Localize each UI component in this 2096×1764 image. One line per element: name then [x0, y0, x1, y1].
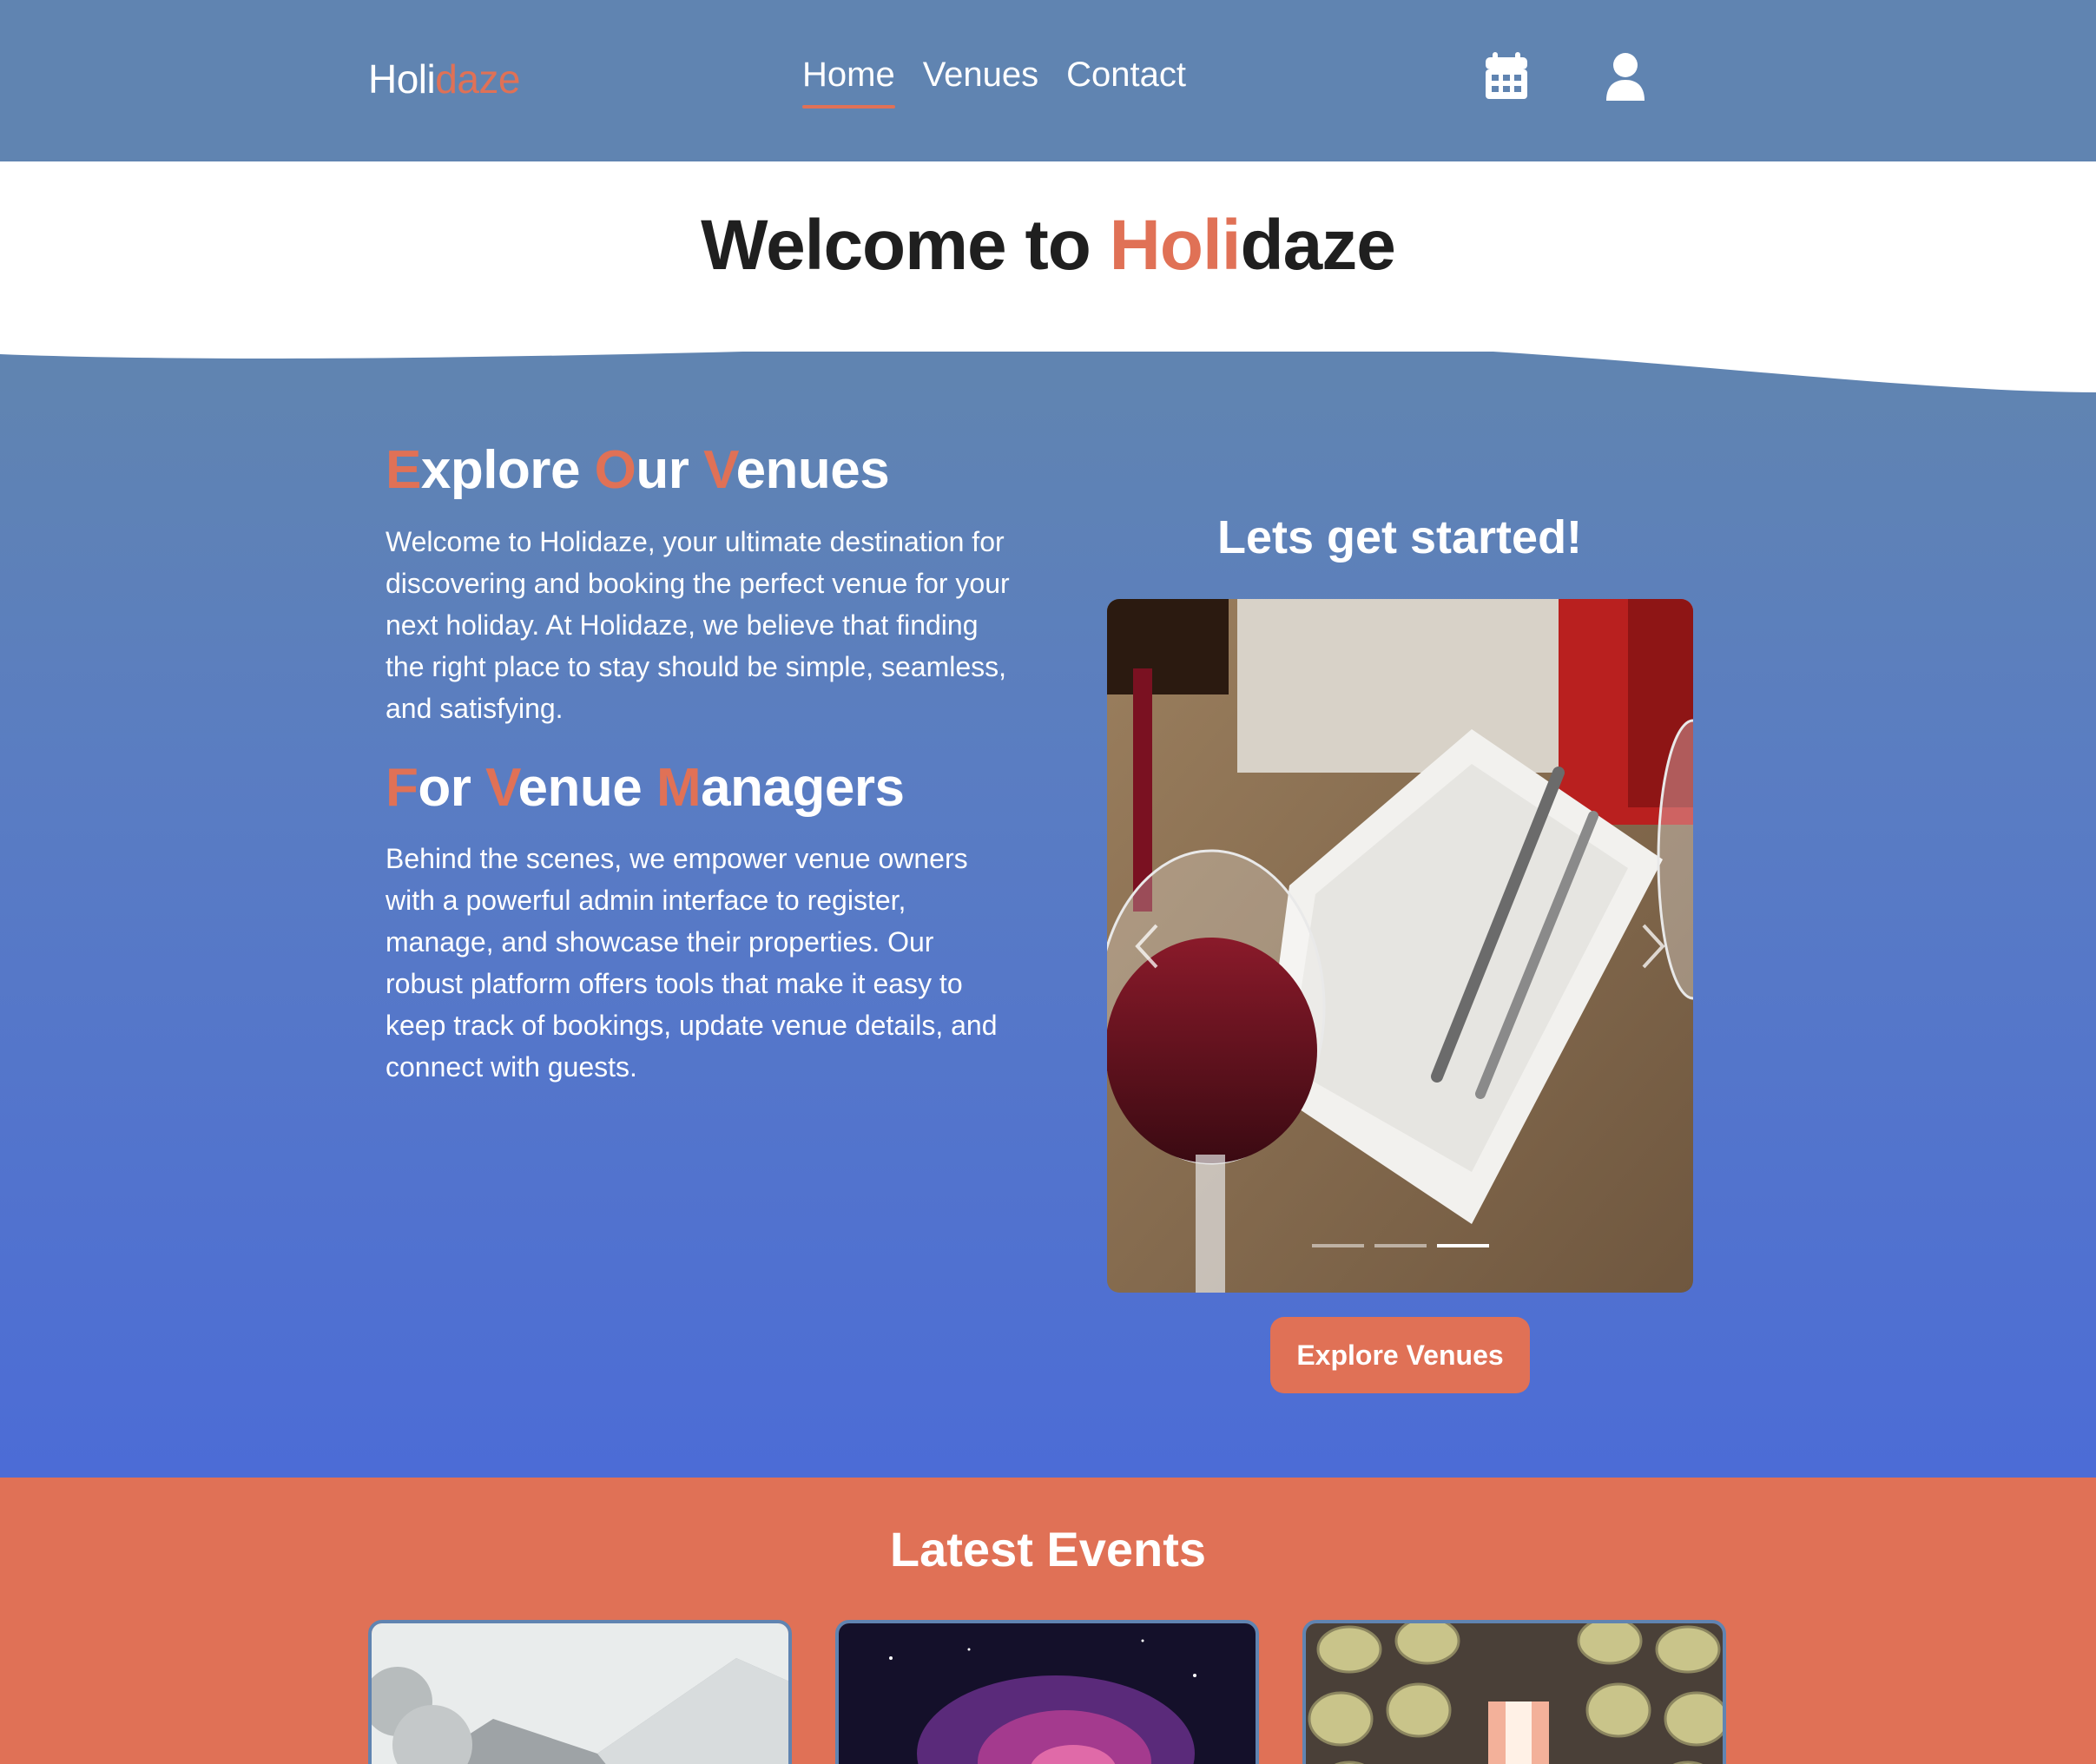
carousel-prev-icon[interactable] [1121, 912, 1173, 981]
explore-text: Welcome to Holidaze, your ultimate desti… [386, 526, 1010, 724]
event-card[interactable] [835, 1620, 1259, 1764]
welcome-prefix: Welcome to [701, 206, 1110, 285]
welcome-suffix: daze [1240, 206, 1396, 285]
hero-wave-divider [0, 330, 2096, 392]
explore-cap-1: E [386, 440, 421, 500]
event-image [372, 1623, 788, 1764]
explore-venues-button[interactable]: Explore Venues [1270, 1317, 1530, 1393]
logo-accent: daze [435, 56, 520, 102]
managers-text: Behind the scenes, we empower venue owne… [386, 843, 998, 1083]
explore-word-3: enues [735, 440, 890, 500]
calendar-icon[interactable] [1484, 52, 1529, 101]
hero-section [0, 382, 2096, 1478]
managers-word-1: or [418, 758, 486, 818]
logo-main: Holi [368, 56, 436, 102]
event-image [1306, 1623, 1723, 1764]
explore-cap-2: O [594, 440, 636, 500]
managers-cap-3: M [656, 758, 702, 818]
latest-events-title: Latest Events [889, 1522, 1207, 1576]
nav-home[interactable]: Home [802, 56, 895, 109]
site-header: Holidaze Home Venues Contact [0, 0, 2096, 161]
event-image [839, 1623, 1256, 1764]
carousel-indicator-3[interactable] [1436, 1244, 1489, 1247]
venue-carousel[interactable] [1107, 599, 1693, 1293]
explore-word-2: ur [636, 440, 704, 500]
managers-cap-1: F [386, 758, 419, 818]
explore-cap-3: V [703, 440, 736, 500]
managers-heading: For Venue Managers [386, 757, 905, 819]
nav-venues[interactable]: Venues [923, 56, 1038, 103]
carousel-indicator-1[interactable] [1311, 1244, 1364, 1247]
carousel-slide-image [1107, 599, 1693, 1293]
event-card[interactable] [1302, 1620, 1726, 1764]
carousel-indicator-2[interactable] [1374, 1244, 1427, 1247]
explore-heading: Explore Our Venues [386, 439, 890, 501]
explore-word-1: xplore [420, 440, 595, 500]
carousel-title: Lets get started! [1216, 511, 1583, 563]
event-card[interactable] [368, 1620, 792, 1764]
managers-cap-2: V [485, 758, 518, 818]
managers-word-2: enue [517, 758, 656, 818]
managers-word-3: anagers [701, 758, 905, 818]
user-icon[interactable] [1605, 52, 1650, 101]
carousel-next-icon[interactable] [1627, 912, 1679, 981]
carousel-indicators [1107, 1244, 1693, 1247]
welcome-accent: Holi [1109, 206, 1242, 285]
main-nav: Home Venues Contact [802, 56, 1186, 109]
nav-contact[interactable]: Contact [1066, 56, 1186, 103]
latest-events-section: Latest Events [0, 1478, 2096, 1764]
site-logo[interactable]: Holidaze [368, 56, 520, 102]
welcome-title: Welcome to Holidaze [0, 205, 2096, 286]
